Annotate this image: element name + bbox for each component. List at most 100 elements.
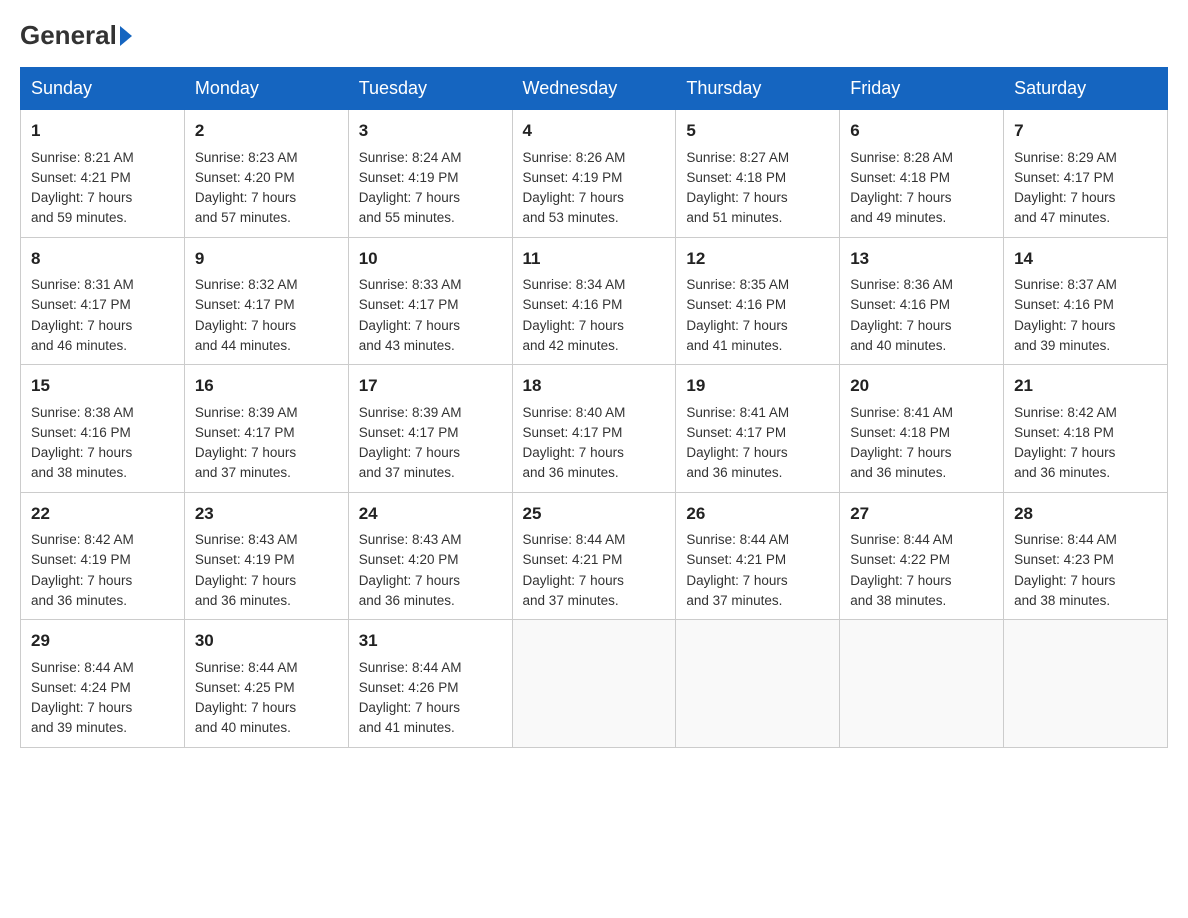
header-tuesday: Tuesday [348,68,512,110]
calendar-table: Sunday Monday Tuesday Wednesday Thursday… [20,67,1168,748]
calendar-day-cell: 20Sunrise: 8:41 AMSunset: 4:18 PMDayligh… [840,365,1004,493]
calendar-day-cell: 25Sunrise: 8:44 AMSunset: 4:21 PMDayligh… [512,492,676,620]
calendar-day-cell: 15Sunrise: 8:38 AMSunset: 4:16 PMDayligh… [21,365,185,493]
sunrise-text: Sunrise: 8:34 AM [523,277,626,292]
calendar-day-cell: 16Sunrise: 8:39 AMSunset: 4:17 PMDayligh… [184,365,348,493]
calendar-day-cell: 29Sunrise: 8:44 AMSunset: 4:24 PMDayligh… [21,620,185,748]
calendar-week-row: 15Sunrise: 8:38 AMSunset: 4:16 PMDayligh… [21,365,1168,493]
day-number: 3 [359,118,502,144]
daylight-text: Daylight: 7 hours [850,573,951,588]
sunrise-text: Sunrise: 8:39 AM [359,405,462,420]
sunrise-text: Sunrise: 8:41 AM [850,405,953,420]
sunrise-text: Sunrise: 8:37 AM [1014,277,1117,292]
header-sunday: Sunday [21,68,185,110]
sunrise-text: Sunrise: 8:31 AM [31,277,134,292]
calendar-day-cell: 23Sunrise: 8:43 AMSunset: 4:19 PMDayligh… [184,492,348,620]
daylight-text: Daylight: 7 hours [850,445,951,460]
daylight-text: Daylight: 7 hours [359,700,460,715]
calendar-day-cell: 1Sunrise: 8:21 AMSunset: 4:21 PMDaylight… [21,110,185,238]
sunset-text: Sunset: 4:21 PM [523,552,623,567]
sunrise-text: Sunrise: 8:44 AM [850,532,953,547]
sunrise-text: Sunrise: 8:39 AM [195,405,298,420]
sunset-text: Sunset: 4:19 PM [523,170,623,185]
sunset-text: Sunset: 4:17 PM [31,297,131,312]
daylight-text: Daylight: 7 hours [686,445,787,460]
daylight-text: Daylight: 7 hours [686,318,787,333]
day-number: 22 [31,501,174,527]
daylight-minutes: and 41 minutes. [359,720,455,735]
daylight-text: Daylight: 7 hours [195,700,296,715]
daylight-text: Daylight: 7 hours [1014,445,1115,460]
calendar-day-cell: 27Sunrise: 8:44 AMSunset: 4:22 PMDayligh… [840,492,1004,620]
daylight-text: Daylight: 7 hours [686,573,787,588]
daylight-minutes: and 44 minutes. [195,338,291,353]
daylight-minutes: and 57 minutes. [195,210,291,225]
daylight-text: Daylight: 7 hours [1014,318,1115,333]
sunrise-text: Sunrise: 8:36 AM [850,277,953,292]
sunset-text: Sunset: 4:17 PM [359,425,459,440]
calendar-day-cell: 24Sunrise: 8:43 AMSunset: 4:20 PMDayligh… [348,492,512,620]
sunrise-text: Sunrise: 8:43 AM [359,532,462,547]
day-number: 4 [523,118,666,144]
daylight-text: Daylight: 7 hours [31,190,132,205]
daylight-text: Daylight: 7 hours [359,190,460,205]
daylight-minutes: and 37 minutes. [195,465,291,480]
sunset-text: Sunset: 4:24 PM [31,680,131,695]
day-number: 28 [1014,501,1157,527]
day-number: 12 [686,246,829,272]
sunrise-text: Sunrise: 8:40 AM [523,405,626,420]
daylight-text: Daylight: 7 hours [850,318,951,333]
day-number: 30 [195,628,338,654]
sunset-text: Sunset: 4:21 PM [686,552,786,567]
sunrise-text: Sunrise: 8:23 AM [195,150,298,165]
daylight-minutes: and 36 minutes. [686,465,782,480]
sunrise-text: Sunrise: 8:42 AM [1014,405,1117,420]
header-saturday: Saturday [1004,68,1168,110]
day-number: 1 [31,118,174,144]
sunrise-text: Sunrise: 8:35 AM [686,277,789,292]
sunset-text: Sunset: 4:17 PM [686,425,786,440]
daylight-minutes: and 47 minutes. [1014,210,1110,225]
sunset-text: Sunset: 4:18 PM [686,170,786,185]
daylight-text: Daylight: 7 hours [195,573,296,588]
calendar-day-cell: 30Sunrise: 8:44 AMSunset: 4:25 PMDayligh… [184,620,348,748]
calendar-day-cell [1004,620,1168,748]
sunset-text: Sunset: 4:17 PM [523,425,623,440]
daylight-minutes: and 36 minutes. [359,593,455,608]
day-number: 23 [195,501,338,527]
day-number: 11 [523,246,666,272]
header-thursday: Thursday [676,68,840,110]
sunrise-text: Sunrise: 8:28 AM [850,150,953,165]
daylight-minutes: and 36 minutes. [850,465,946,480]
day-number: 29 [31,628,174,654]
day-number: 6 [850,118,993,144]
daylight-minutes: and 43 minutes. [359,338,455,353]
daylight-text: Daylight: 7 hours [31,573,132,588]
daylight-minutes: and 55 minutes. [359,210,455,225]
sunset-text: Sunset: 4:20 PM [359,552,459,567]
sunrise-text: Sunrise: 8:21 AM [31,150,134,165]
sunset-text: Sunset: 4:26 PM [359,680,459,695]
calendar-day-cell: 8Sunrise: 8:31 AMSunset: 4:17 PMDaylight… [21,237,185,365]
daylight-minutes: and 39 minutes. [1014,338,1110,353]
sunrise-text: Sunrise: 8:44 AM [1014,532,1117,547]
sunset-text: Sunset: 4:18 PM [850,170,950,185]
daylight-minutes: and 36 minutes. [1014,465,1110,480]
daylight-minutes: and 42 minutes. [523,338,619,353]
sunset-text: Sunset: 4:19 PM [31,552,131,567]
sunrise-text: Sunrise: 8:32 AM [195,277,298,292]
day-number: 15 [31,373,174,399]
sunrise-text: Sunrise: 8:41 AM [686,405,789,420]
calendar-day-cell: 26Sunrise: 8:44 AMSunset: 4:21 PMDayligh… [676,492,840,620]
logo: General [20,20,135,47]
daylight-minutes: and 37 minutes. [359,465,455,480]
day-number: 17 [359,373,502,399]
logo-general-text: General [20,20,117,51]
calendar-header-row: Sunday Monday Tuesday Wednesday Thursday… [21,68,1168,110]
daylight-text: Daylight: 7 hours [523,190,624,205]
calendar-day-cell: 7Sunrise: 8:29 AMSunset: 4:17 PMDaylight… [1004,110,1168,238]
daylight-minutes: and 37 minutes. [686,593,782,608]
day-number: 31 [359,628,502,654]
daylight-minutes: and 38 minutes. [1014,593,1110,608]
daylight-minutes: and 49 minutes. [850,210,946,225]
